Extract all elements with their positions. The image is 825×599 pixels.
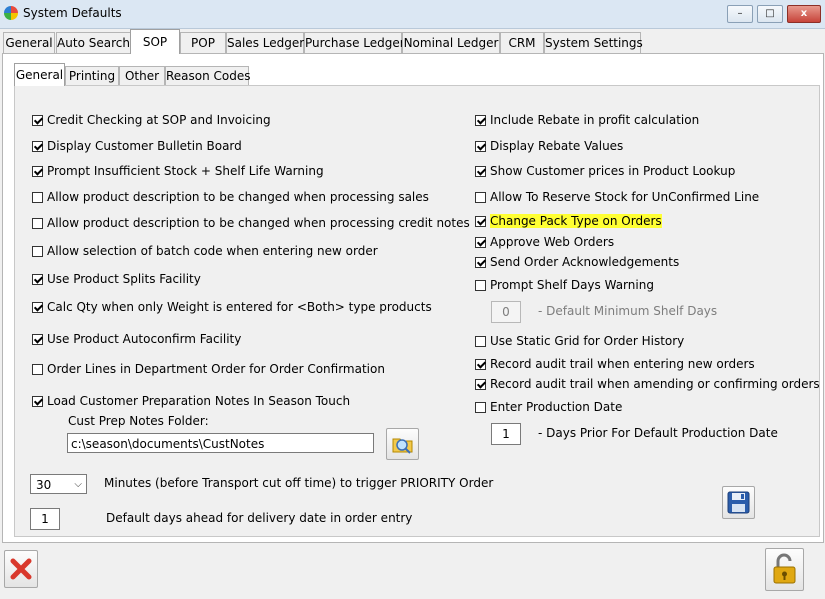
subtab-general[interactable]: General <box>14 63 65 86</box>
checkbox-unchecked-icon <box>475 336 486 347</box>
checkbox-checked-icon <box>32 334 43 345</box>
batch-code-checkbox[interactable]: Allow selection of batch code when enter… <box>32 243 378 259</box>
credit-checking-checkbox[interactable]: Credit Checking at SOP and Invoicing <box>32 112 271 128</box>
tab-sop[interactable]: SOP <box>130 29 180 54</box>
minimize-button[interactable]: – <box>727 5 753 23</box>
tab-crm[interactable]: CRM <box>500 32 544 53</box>
checkbox-checked-icon <box>475 379 486 390</box>
min-shelf-days-input[interactable]: 0 <box>491 301 521 323</box>
audit-new-checkbox[interactable]: Record audit trail when entering new ord… <box>475 356 755 372</box>
pack-type-checkbox[interactable]: Change Pack Type on Orders <box>475 213 662 229</box>
checkbox-unchecked-icon <box>32 218 43 229</box>
app-icon <box>4 6 18 20</box>
production-date-checkbox[interactable]: Enter Production Date <box>475 399 622 415</box>
order-acks-checkbox[interactable]: Send Order Acknowledgements <box>475 254 679 270</box>
days-prior-label: - Days Prior For Default Production Date <box>538 426 778 440</box>
days-ahead-label: Default days ahead for delivery date in … <box>106 511 413 525</box>
browse-folder-button[interactable] <box>386 428 419 460</box>
chevron-down-icon: ⌵ <box>74 479 82 490</box>
tab-general[interactable]: General <box>3 32 55 53</box>
tab-auto-search[interactable]: Auto Search <box>56 32 131 53</box>
folder-label: Cust Prep Notes Folder: <box>68 414 209 428</box>
maximize-button[interactable]: □ <box>757 5 783 23</box>
cancel-button[interactable] <box>4 550 38 588</box>
tab-sales-ledger[interactable]: Sales Ledger <box>226 32 304 53</box>
shelf-days-warning-checkbox[interactable]: Prompt Shelf Days Warning <box>475 277 654 293</box>
unlock-button[interactable] <box>765 548 804 591</box>
minutes-select[interactable]: 30 ⌵ <box>30 474 87 494</box>
checkbox-unchecked-icon <box>32 246 43 257</box>
checkbox-checked-icon <box>475 237 486 248</box>
checkbox-checked-icon <box>32 166 43 177</box>
min-shelf-days-label: - Default Minimum Shelf Days <box>538 304 718 318</box>
folder-path-input[interactable]: c:\season\documents\CustNotes <box>67 433 374 453</box>
calc-qty-checkbox[interactable]: Calc Qty when only Weight is entered for… <box>32 299 432 315</box>
minutes-label: Minutes (before Transport cut off time) … <box>104 476 494 490</box>
checkbox-unchecked-icon <box>32 192 43 203</box>
tab-pop[interactable]: POP <box>180 32 226 53</box>
checkbox-checked-icon <box>475 359 486 370</box>
subtab-other[interactable]: Other <box>119 66 165 85</box>
checkbox-checked-icon <box>32 115 43 126</box>
insufficient-stock-checkbox[interactable]: Prompt Insufficient Stock + Shelf Life W… <box>32 163 324 179</box>
title-bar: System Defaults – □ x <box>0 0 825 29</box>
subtab-printing[interactable]: Printing <box>65 66 119 85</box>
window-title: System Defaults <box>23 6 122 20</box>
audit-amend-checkbox[interactable]: Record audit trail when amending or conf… <box>475 376 820 392</box>
department-order-checkbox[interactable]: Order Lines in Department Order for Orde… <box>32 361 385 377</box>
tab-system-settings[interactable]: System Settings <box>544 32 643 53</box>
desc-change-credit-checkbox[interactable]: Allow product description to be changed … <box>32 215 470 231</box>
checkbox-checked-icon <box>475 166 486 177</box>
checkbox-checked-icon <box>475 257 486 268</box>
red-x-icon <box>10 558 32 580</box>
static-grid-checkbox[interactable]: Use Static Grid for Order History <box>475 333 684 349</box>
floppy-disk-icon <box>727 491 750 514</box>
checkbox-checked-icon <box>475 115 486 126</box>
days-prior-input[interactable]: 1 <box>491 423 521 445</box>
bulletin-board-checkbox[interactable]: Display Customer Bulletin Board <box>32 138 242 154</box>
checkbox-checked-icon <box>32 141 43 152</box>
prep-notes-checkbox[interactable]: Load Customer Preparation Notes In Seaso… <box>32 393 350 409</box>
checkbox-checked-icon <box>475 141 486 152</box>
checkbox-unchecked-icon <box>475 280 486 291</box>
tab-purchase-ledger[interactable]: Purchase Ledger <box>304 32 405 53</box>
close-button[interactable]: x <box>787 5 821 23</box>
days-ahead-input[interactable]: 1 <box>30 508 60 530</box>
checkbox-unchecked-icon <box>475 192 486 203</box>
product-splits-checkbox[interactable]: Use Product Splits Facility <box>32 271 201 287</box>
tab-nominal-ledger[interactable]: Nominal Ledger <box>402 32 500 53</box>
checkbox-unchecked-icon <box>475 402 486 413</box>
save-button[interactable] <box>722 486 755 519</box>
checkbox-checked-icon <box>32 396 43 407</box>
folder-search-icon <box>392 438 413 454</box>
autoconfirm-checkbox[interactable]: Use Product Autoconfirm Facility <box>32 331 241 347</box>
checkbox-checked-icon <box>475 216 486 227</box>
customer-prices-checkbox[interactable]: Show Customer prices in Product Lookup <box>475 163 735 179</box>
checkbox-unchecked-icon <box>32 364 43 375</box>
subtab-reason-codes[interactable]: Reason Codes <box>165 66 251 85</box>
approve-web-orders-checkbox[interactable]: Approve Web Orders <box>475 234 614 250</box>
reserve-stock-checkbox[interactable]: Allow To Reserve Stock for UnConfirmed L… <box>475 189 759 205</box>
rebate-values-checkbox[interactable]: Display Rebate Values <box>475 138 623 154</box>
padlock-open-icon <box>773 553 796 584</box>
rebate-profit-checkbox[interactable]: Include Rebate in profit calculation <box>475 112 699 128</box>
desc-change-sales-checkbox[interactable]: Allow product description to be changed … <box>32 189 429 205</box>
checkbox-checked-icon <box>32 302 43 313</box>
checkbox-checked-icon <box>32 274 43 285</box>
